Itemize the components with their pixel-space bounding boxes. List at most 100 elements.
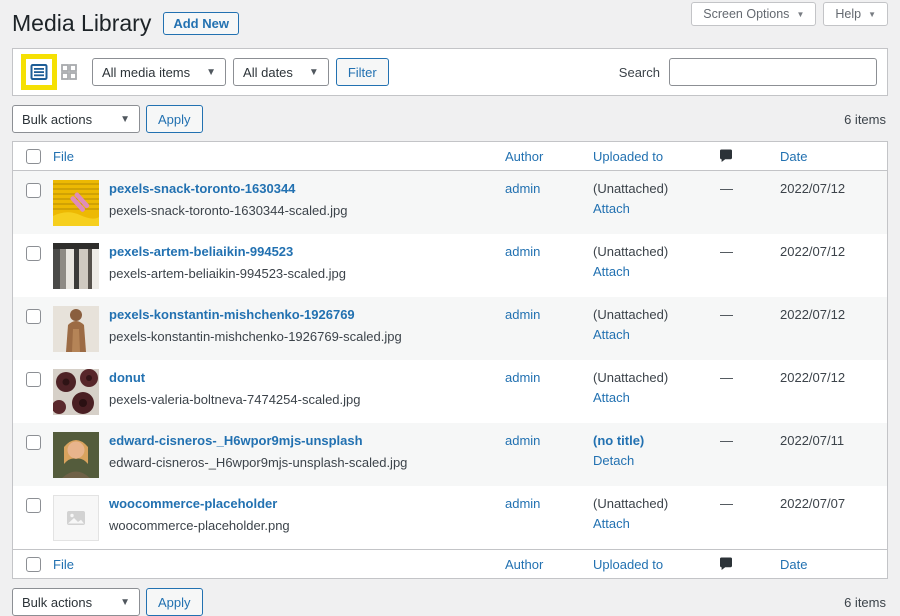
author-link[interactable]: admin bbox=[505, 432, 540, 448]
author-link[interactable]: admin bbox=[505, 243, 540, 259]
filter-controls: All media items ▼ All dates ▼ Filter bbox=[21, 54, 389, 90]
attach-link[interactable]: Attach bbox=[593, 516, 630, 531]
apply-button[interactable]: Apply bbox=[146, 105, 203, 133]
table-row: edward-cisneros-_H6wpor9mjs-unsplash edw… bbox=[13, 423, 887, 486]
thumbnail-image[interactable] bbox=[53, 432, 99, 478]
author-link[interactable]: admin bbox=[505, 306, 540, 322]
screen-options-button[interactable]: Screen Options ▼ bbox=[691, 2, 816, 26]
search-input[interactable] bbox=[669, 58, 877, 86]
bulk-actions-select[interactable]: Bulk actions ▼ bbox=[12, 588, 140, 616]
add-new-button[interactable]: Add New bbox=[163, 12, 239, 35]
select-all-checkbox[interactable] bbox=[26, 557, 41, 572]
row-checkbox[interactable] bbox=[26, 372, 41, 387]
view-mode-switcher bbox=[21, 54, 81, 90]
chevron-down-icon: ▼ bbox=[206, 67, 216, 78]
upload-date: 2022/07/12 bbox=[780, 180, 887, 196]
author-link[interactable]: admin bbox=[505, 369, 540, 385]
column-header-uploaded-to[interactable]: Uploaded to bbox=[593, 149, 663, 164]
list-view-highlight-annotation bbox=[21, 54, 57, 90]
grid-view-button[interactable] bbox=[57, 60, 81, 84]
media-list-table: File Author Uploaded to Date bbox=[12, 141, 888, 579]
media-title-link[interactable]: donut bbox=[109, 370, 361, 385]
bulk-actions-controls: Bulk actions ▼ Apply bbox=[12, 105, 203, 133]
row-checkbox[interactable] bbox=[26, 246, 41, 261]
thumbnail-image[interactable] bbox=[53, 180, 99, 226]
table-row: woocommerce-placeholder woocommerce-plac… bbox=[13, 486, 887, 549]
media-title-link[interactable]: pexels-snack-toronto-1630344 bbox=[109, 181, 347, 196]
items-count: 6 items bbox=[844, 595, 888, 610]
media-title-link[interactable]: woocommerce-placeholder bbox=[109, 496, 290, 511]
uploaded-to-status: (Unattached) bbox=[593, 244, 718, 259]
help-label: Help bbox=[835, 7, 861, 21]
author-link[interactable]: admin bbox=[505, 180, 540, 196]
media-library-page: Media Library Add New bbox=[0, 0, 900, 616]
column-footer-date[interactable]: Date bbox=[780, 557, 807, 572]
row-checkbox[interactable] bbox=[26, 435, 41, 450]
search-label: Search bbox=[619, 65, 660, 80]
comments-count: — bbox=[718, 369, 780, 385]
chevron-down-icon: ▼ bbox=[120, 114, 130, 125]
upload-date: 2022/07/07 bbox=[780, 495, 887, 511]
search-group: Search bbox=[619, 58, 879, 86]
column-footer-file[interactable]: File bbox=[53, 557, 74, 572]
bulk-actions-select[interactable]: Bulk actions ▼ bbox=[12, 105, 140, 133]
bulk-actions-bottom: Bulk actions ▼ Apply 6 items bbox=[12, 588, 888, 616]
row-checkbox[interactable] bbox=[26, 309, 41, 324]
attach-link[interactable]: Attach bbox=[593, 327, 630, 342]
comment-bubble-icon[interactable] bbox=[718, 148, 734, 164]
thumbnail-image[interactable] bbox=[53, 369, 99, 415]
media-title-link[interactable]: edward-cisneros-_H6wpor9mjs-unsplash bbox=[109, 433, 407, 448]
comments-count: — bbox=[718, 495, 780, 511]
comments-count: — bbox=[718, 306, 780, 322]
comments-count: — bbox=[718, 432, 780, 448]
select-all-checkbox[interactable] bbox=[26, 149, 41, 164]
filter-button[interactable]: Filter bbox=[336, 58, 389, 86]
media-title-link[interactable]: pexels-artem-beliaikin-994523 bbox=[109, 244, 346, 259]
items-count: 6 items bbox=[844, 112, 888, 127]
column-header-file[interactable]: File bbox=[53, 149, 74, 164]
date-filter-select[interactable]: All dates ▼ bbox=[233, 58, 329, 86]
column-header-date[interactable]: Date bbox=[780, 149, 807, 164]
grid-view-icon bbox=[59, 62, 79, 82]
page-title: Media Library bbox=[12, 10, 151, 37]
attach-link[interactable]: Attach bbox=[593, 390, 630, 405]
filter-toolbar: All media items ▼ All dates ▼ Filter Sea… bbox=[12, 48, 888, 96]
bulk-actions-controls: Bulk actions ▼ Apply bbox=[12, 588, 203, 616]
row-checkbox[interactable] bbox=[26, 183, 41, 198]
apply-button[interactable]: Apply bbox=[146, 588, 203, 616]
table-row: donut pexels-valeria-boltneva-7474254-sc… bbox=[13, 360, 887, 423]
table-header-row: File Author Uploaded to Date bbox=[13, 142, 887, 171]
media-filename: pexels-artem-beliaikin-994523-scaled.jpg bbox=[109, 266, 346, 281]
detach-link[interactable]: Detach bbox=[593, 453, 634, 468]
attach-link[interactable]: Attach bbox=[593, 201, 630, 216]
column-footer-author[interactable]: Author bbox=[505, 557, 543, 572]
uploaded-to-post-link[interactable]: (no title) bbox=[593, 433, 718, 448]
media-filename: pexels-valeria-boltneva-7474254-scaled.j… bbox=[109, 392, 361, 407]
uploaded-to-status: (Unattached) bbox=[593, 181, 718, 196]
thumbnail-image[interactable] bbox=[53, 495, 99, 541]
media-type-filter-value: All media items bbox=[102, 65, 190, 80]
media-filename: woocommerce-placeholder.png bbox=[109, 518, 290, 533]
uploaded-to-status: (Unattached) bbox=[593, 307, 718, 322]
date-filter-value: All dates bbox=[243, 65, 293, 80]
column-header-author[interactable]: Author bbox=[505, 149, 543, 164]
media-filename: pexels-snack-toronto-1630344-scaled.jpg bbox=[109, 203, 347, 218]
row-checkbox[interactable] bbox=[26, 498, 41, 513]
media-filename: edward-cisneros-_H6wpor9mjs-unsplash-sca… bbox=[109, 455, 407, 470]
help-button[interactable]: Help ▼ bbox=[823, 2, 888, 26]
list-view-button[interactable] bbox=[27, 60, 51, 84]
media-filename: pexels-konstantin-mishchenko-1926769-sca… bbox=[109, 329, 402, 344]
admin-top-tabs: Screen Options ▼ Help ▼ bbox=[691, 2, 888, 26]
table-row: pexels-artem-beliaikin-994523 pexels-art… bbox=[13, 234, 887, 297]
comment-bubble-icon[interactable] bbox=[718, 556, 734, 572]
upload-date: 2022/07/12 bbox=[780, 243, 887, 259]
thumbnail-image[interactable] bbox=[53, 243, 99, 289]
thumbnail-image[interactable] bbox=[53, 306, 99, 352]
author-link[interactable]: admin bbox=[505, 495, 540, 511]
column-footer-uploaded-to[interactable]: Uploaded to bbox=[593, 557, 663, 572]
media-title-link[interactable]: pexels-konstantin-mishchenko-1926769 bbox=[109, 307, 402, 322]
media-type-filter-select[interactable]: All media items ▼ bbox=[92, 58, 226, 86]
chevron-down-icon: ▼ bbox=[868, 10, 876, 19]
table-footer-row: File Author Uploaded to Date bbox=[13, 549, 887, 578]
attach-link[interactable]: Attach bbox=[593, 264, 630, 279]
